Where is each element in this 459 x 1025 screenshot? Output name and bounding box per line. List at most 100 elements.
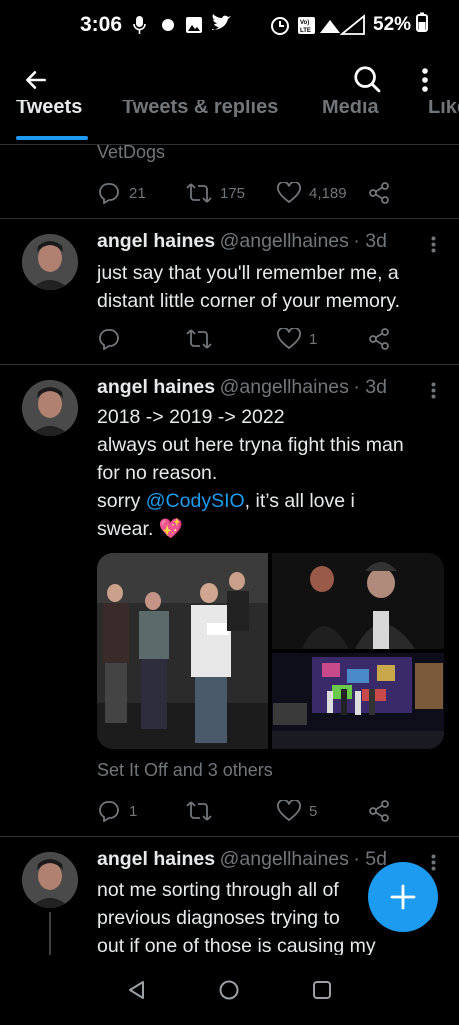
tweet-text: just say that you'll remember me, a dist… <box>97 259 447 315</box>
avatar-image <box>22 234 78 290</box>
avatar[interactable] <box>22 234 78 290</box>
tweet-text-line: out if one of those is causing my <box>97 935 376 956</box>
nav-home-button[interactable] <box>214 975 244 1005</box>
battery-percent: 52% <box>373 12 429 36</box>
heart-icon <box>277 800 301 822</box>
text-fragment: , it’s all love i <box>244 490 355 512</box>
nav-back-button[interactable] <box>122 975 152 1005</box>
share-button[interactable] <box>368 182 398 204</box>
tweet-social-context[interactable]: VetDogs <box>97 142 165 163</box>
nav-home-icon <box>219 980 239 1000</box>
like-button[interactable]: 1 <box>277 328 317 350</box>
share-button[interactable] <box>368 800 398 822</box>
tagged-users[interactable]: Set It Off and 3 others <box>97 760 273 781</box>
reply-button[interactable]: 1 <box>97 800 137 822</box>
tweet-divider <box>0 364 459 365</box>
tweet-text-line: always out here tryna fight this man <box>97 434 404 456</box>
reply-icon <box>99 329 119 350</box>
retweet-count: 175 <box>220 184 246 202</box>
like-button[interactable]: 5 <box>277 800 317 822</box>
tweet-text-line: swear. 💖 <box>97 518 184 540</box>
media-grid[interactable] <box>97 553 444 749</box>
battery-icon <box>416 12 429 32</box>
tweet-menu-button[interactable] <box>425 380 441 400</box>
share-icon <box>369 800 389 822</box>
tweet-text-line: 2018 -> 2019 -> 2022 <box>97 406 285 428</box>
tweet-text: 2018 -> 2019 -> 2022 always out here try… <box>97 403 452 543</box>
avatar[interactable] <box>22 852 78 908</box>
heart-icon <box>277 182 301 204</box>
battery-text: 52% <box>373 14 412 35</box>
tweet-text-line: just say that you'll remember me, a <box>97 262 399 284</box>
system-icons: Vo) LTE <box>270 13 370 42</box>
reply-button[interactable] <box>97 328 129 350</box>
profile-tabs: Tweets Tweets & replies Media Likes <box>0 100 459 145</box>
back-arrow-icon <box>26 71 46 89</box>
like-count: 5 <box>309 802 318 820</box>
tab-tweets[interactable]: Tweets <box>16 100 82 119</box>
tweet-time: · 3d <box>353 230 387 252</box>
user-handle[interactable]: @angellhaines <box>220 376 349 398</box>
retweet-icon <box>186 329 212 349</box>
avatar-image <box>22 852 78 908</box>
more-options-button[interactable] <box>410 62 440 98</box>
status-bar: 3:06 Vo) LTE 52% <box>0 0 459 52</box>
like-count: 4,189 <box>309 184 347 202</box>
retweet-button[interactable] <box>186 328 220 350</box>
like-count: 1 <box>309 330 318 348</box>
status-time: 3:06 <box>80 13 123 36</box>
tweet-menu-button[interactable] <box>425 234 441 254</box>
nav-recents-button[interactable] <box>307 975 337 1005</box>
like-button[interactable]: 4,189 <box>277 182 347 204</box>
tab-media[interactable]: Media <box>322 100 379 119</box>
compose-tweet-button[interactable] <box>368 862 438 932</box>
retweet-icon <box>186 801 212 821</box>
heart-icon <box>277 328 301 350</box>
notification-icons-svg <box>133 14 231 34</box>
display-name[interactable]: angel haines <box>97 376 215 398</box>
reply-button[interactable]: 21 <box>97 182 146 204</box>
retweet-button[interactable]: 175 <box>186 182 245 204</box>
display-name[interactable]: angel haines <box>97 230 215 252</box>
tab-likes[interactable]: Likes <box>428 100 459 119</box>
reply-count: 1 <box>129 802 138 820</box>
tweet-menu-button[interactable] <box>425 852 441 872</box>
svg-text:LTE: LTE <box>300 28 311 34</box>
tab-tweets-and-replies[interactable]: Tweets & replies <box>122 100 278 119</box>
back-button[interactable] <box>18 62 54 98</box>
plus-icon <box>390 884 416 910</box>
reply-icon <box>99 183 119 204</box>
tweet-time: · 3d <box>353 376 387 398</box>
tweet-text-line: for no reason. <box>97 462 218 484</box>
system-nav-bar <box>0 955 459 1025</box>
reply-count: 21 <box>129 184 146 202</box>
tweet-text-line: sorry @CodySIO, it’s all love i <box>97 487 452 515</box>
avatar-image <box>22 380 78 436</box>
reply-icon <box>99 801 119 822</box>
tweet-divider <box>0 836 459 837</box>
more-vertical-icon <box>422 68 428 92</box>
media-photos <box>97 553 444 749</box>
notification-icons <box>132 14 252 41</box>
active-tab-indicator <box>16 136 88 140</box>
share-button[interactable] <box>368 328 398 350</box>
tweet-text-line: distant little corner of your memory. <box>97 290 401 312</box>
more-vertical-icon <box>431 236 435 252</box>
user-handle[interactable]: @angellhaines <box>220 230 349 252</box>
nav-recents-icon <box>313 981 331 999</box>
retweet-button[interactable] <box>186 800 220 822</box>
user-handle[interactable]: @angellhaines <box>220 848 349 870</box>
search-button[interactable] <box>348 60 386 98</box>
thread-line <box>49 912 51 956</box>
system-icons-svg: Vo) LTE <box>271 14 365 35</box>
tweet-divider <box>0 218 459 219</box>
tweet-header: angel haines @angellhaines · 3d <box>97 376 387 399</box>
tweet-time: · 5d <box>353 848 387 870</box>
tweet-header: angel haines @angellhaines · 3d <box>97 230 387 253</box>
mention-link[interactable]: @CodySIO <box>146 490 245 512</box>
display-name[interactable]: angel haines <box>97 848 215 870</box>
nav-back-icon <box>129 981 144 999</box>
more-vertical-icon <box>431 854 435 870</box>
retweet-icon <box>186 183 212 203</box>
avatar[interactable] <box>22 380 78 436</box>
